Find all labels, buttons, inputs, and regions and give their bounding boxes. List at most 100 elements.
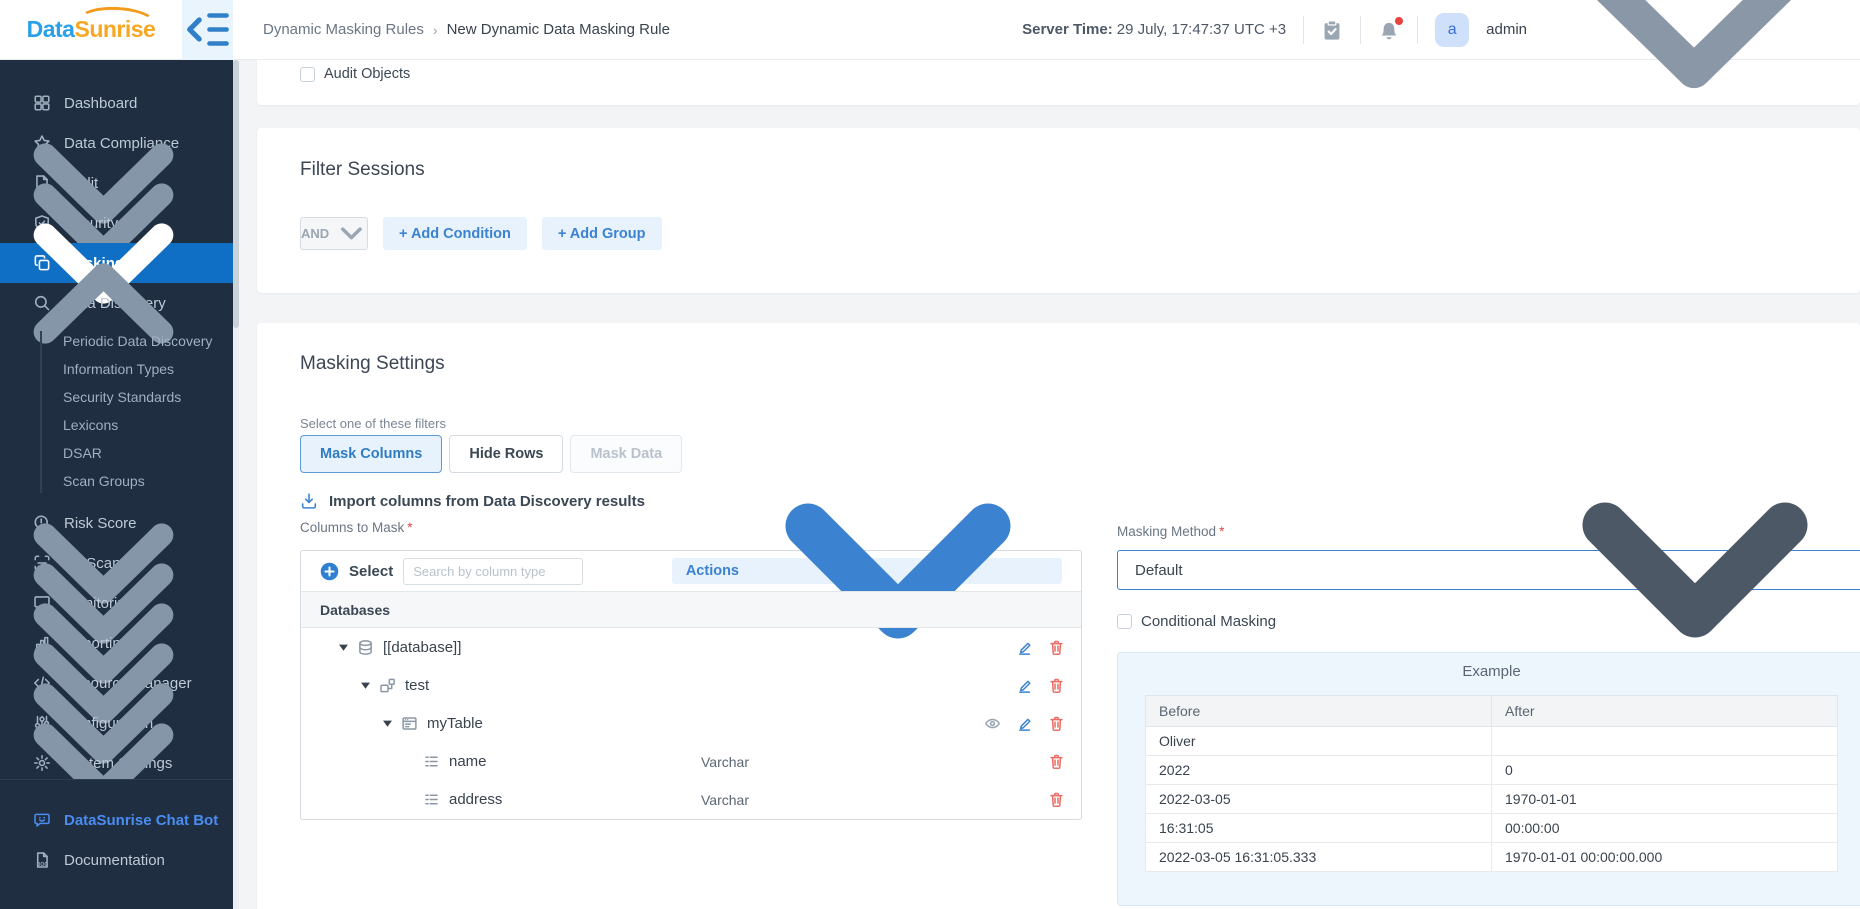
scrollbar-thumb[interactable] [233, 60, 239, 328]
masking-method-select[interactable]: Default [1117, 502, 1860, 638]
tree-node-icon [401, 715, 418, 732]
filter-button-mask-columns[interactable]: Mask Columns [300, 435, 443, 473]
user-menu-chevron-icon[interactable] [1544, 0, 1844, 180]
add-group-button[interactable]: + Add Group [541, 217, 662, 250]
example-cell: 16:31:05 [1145, 813, 1492, 843]
add-condition-button[interactable]: + Add Condition [383, 217, 527, 250]
tree-node-label: name [449, 753, 487, 771]
tree-node-label: [[database]] [383, 638, 462, 656]
conditional-masking-checkbox[interactable] [1117, 614, 1132, 629]
tree-row[interactable]: test [301, 666, 1081, 704]
databases-header: Databases [301, 591, 1081, 628]
sidebar-item-label: DataSunrise Chat Bot [64, 811, 219, 829]
header-divider [1360, 15, 1362, 44]
sidebar-sub-item-lexicons[interactable]: Lexicons [0, 411, 233, 439]
example-title: Example [1462, 663, 1521, 680]
sidebar-item-icon: DOC [33, 851, 51, 869]
breadcrumb-link-dynamic-masking-rules[interactable]: Dynamic Masking Rules [263, 21, 424, 38]
user-avatar[interactable]: a [1435, 12, 1470, 47]
example-cell: 1970-01-01 [1491, 784, 1838, 814]
column-type: Varchar [701, 791, 749, 808]
conditional-masking-row: Conditional Masking [1117, 613, 1276, 630]
breadcrumb: Dynamic Masking Rules › New Dynamic Data… [263, 21, 670, 38]
tasks-icon[interactable] [1321, 19, 1343, 41]
sidebar-item-documentation[interactable]: DOC Documentation [0, 840, 233, 880]
tree-node-label: address [449, 791, 503, 809]
server-time-value: 29 July, 17:47:37 UTC +3 [1116, 21, 1287, 38]
header-divider [1417, 15, 1419, 44]
actions-label: Actions [685, 563, 739, 579]
caret-down-icon[interactable] [337, 641, 350, 654]
column-search-input[interactable] [403, 557, 584, 585]
notifications-bell-icon[interactable] [1378, 16, 1404, 41]
logic-operator-select[interactable]: AND [300, 217, 368, 250]
actions-dropdown-button[interactable]: Actions [671, 503, 1062, 639]
edit-icon[interactable] [1016, 715, 1033, 732]
tree-node-icon [423, 753, 440, 770]
sidebar-scrollbar[interactable] [233, 60, 239, 909]
server-time-label: Server Time: [1022, 21, 1113, 38]
example-cell: 2022-03-05 16:31:05.333 [1145, 842, 1492, 872]
import-download-icon [300, 492, 318, 510]
sidebar-item-data-discovery[interactable]: Data Discovery [0, 262, 233, 344]
tree-row[interactable]: [[database]] [301, 628, 1081, 666]
masking-method-label: Masking Method * [1117, 524, 1225, 539]
header-divider [1303, 15, 1305, 44]
datasunrise-logo[interactable]: Data Sunrise [0, 0, 182, 60]
sidebar: Dashboard Data Compliance Audit Security… [0, 60, 233, 909]
columns-toolbar: Select Actions [301, 503, 1081, 639]
row-actions [1048, 753, 1065, 770]
caret-down-icon[interactable] [359, 679, 372, 692]
sidebar-sub-item-security-standards[interactable]: Security Standards [0, 383, 233, 411]
sidebar-sub-item-information-types[interactable]: Information Types [0, 355, 233, 383]
filter-button-hide-rows[interactable]: Hide Rows [449, 435, 564, 473]
sidebar-sub-item-periodic-data-discovery[interactable]: Periodic Data Discovery [0, 327, 233, 355]
delete-icon[interactable] [1048, 753, 1065, 770]
select-columns-button[interactable]: Select [349, 563, 393, 580]
sidebar-collapse-button[interactable] [182, 0, 233, 60]
delete-icon[interactable] [1048, 677, 1065, 694]
audit-objects-checkbox[interactable] [300, 66, 315, 82]
required-asterisk: * [407, 520, 413, 535]
delete-icon[interactable] [1048, 715, 1065, 732]
example-row: 16:31:05 00:00:00 [1145, 813, 1838, 843]
import-columns-label: Import columns from Data Discovery resul… [329, 492, 645, 510]
database-tree: [[database]] test myTable name Varchar a… [301, 628, 1081, 819]
example-cell: 0 [1491, 755, 1838, 785]
collapse-sidebar-icon [182, 4, 233, 55]
caret-down-icon[interactable] [381, 717, 394, 730]
top-header: Data Sunrise Dynamic Masking Rules › New … [0, 0, 1860, 88]
operator-value: AND [301, 226, 330, 241]
conditional-masking-label: Conditional Masking [1141, 613, 1277, 630]
sidebar-sub-item-label: Information Types [63, 361, 175, 377]
row-actions [1016, 677, 1065, 694]
tree-row[interactable]: myTable [301, 704, 1081, 742]
tree-row[interactable]: name Varchar [301, 743, 1081, 781]
sidebar-item-label: Documentation [64, 851, 165, 869]
edit-icon[interactable] [1016, 677, 1033, 694]
sidebar-item-icon [33, 811, 51, 829]
breadcrumb-separator: › [432, 21, 438, 38]
notification-dot [1395, 16, 1404, 25]
example-cell: 2022 [1145, 755, 1492, 785]
example-row: Oliver [1145, 726, 1838, 756]
delete-icon[interactable] [1048, 791, 1065, 808]
add-column-plus-icon[interactable] [320, 562, 339, 581]
sidebar-item-system-settings[interactable]: System Settings [0, 722, 233, 779]
row-actions [1048, 791, 1065, 808]
example-cell: Oliver [1145, 726, 1492, 756]
chevron-down-icon [336, 218, 367, 249]
username[interactable]: admin [1486, 21, 1527, 38]
filter-button-mask-data[interactable]: Mask Data [570, 435, 683, 473]
masking-settings-card: Masking Settings Select one of these fil… [257, 323, 1860, 909]
sidebar-item-datasunrise-chat-bot[interactable]: DataSunrise Chat Bot [0, 800, 233, 840]
tree-row[interactable]: address Varchar [301, 781, 1081, 819]
import-columns-link[interactable]: Import columns from Data Discovery resul… [300, 492, 645, 510]
example-row: 2022-03-05 1970-01-01 [1145, 784, 1838, 814]
edit-icon[interactable] [1016, 639, 1033, 656]
sidebar-footer: DataSunrise Chat Bot DOC Documentation [0, 779, 233, 880]
columns-to-mask-label: Columns to Mask * [300, 520, 413, 535]
masking-settings-title: Masking Settings [300, 353, 445, 374]
view-icon[interactable] [984, 715, 1001, 732]
delete-icon[interactable] [1048, 639, 1065, 656]
